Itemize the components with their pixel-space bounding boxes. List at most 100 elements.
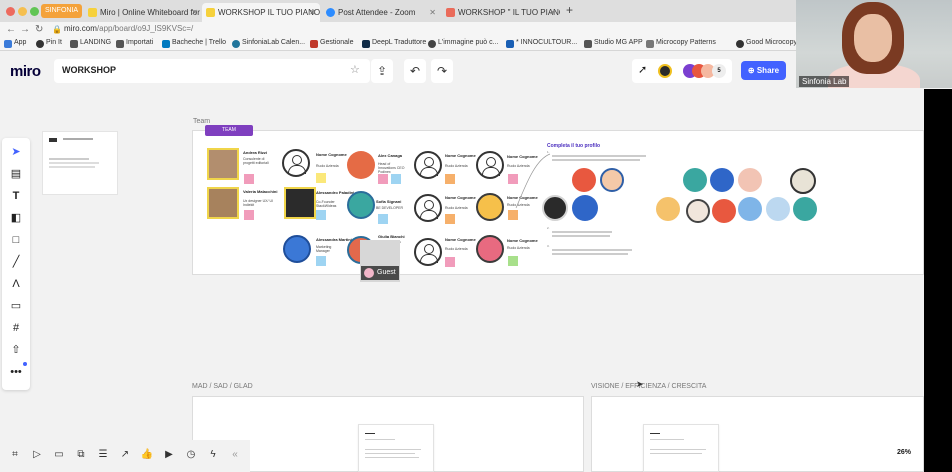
undo-button[interactable]: ↶ bbox=[404, 59, 426, 83]
back-arrow-icon[interactable]: ← bbox=[6, 24, 16, 35]
profile-step[interactable]: 1. bbox=[547, 150, 647, 154]
redo-button[interactable]: ↷ bbox=[431, 59, 453, 83]
bookmark-item[interactable]: Bacheche | Trello bbox=[162, 39, 226, 48]
member-photo[interactable] bbox=[207, 148, 239, 180]
bookmark-item[interactable]: DeepL Traduttore bbox=[362, 39, 426, 48]
gallery-avatar[interactable] bbox=[686, 199, 710, 223]
tab-miro[interactable]: Miro | Online Whiteboard for V ✕ bbox=[84, 3, 202, 22]
bookmark-item[interactable]: SinfoniaLab Calen... bbox=[232, 39, 305, 48]
sticky-note[interactable] bbox=[378, 174, 388, 184]
sticky-note[interactable] bbox=[316, 256, 326, 266]
frame-label-mad-sad-glad[interactable]: MAD / SAD / GLAD bbox=[192, 383, 253, 390]
gallery-avatar[interactable] bbox=[712, 199, 736, 223]
bookmark-item[interactable]: L'immagine può c... bbox=[428, 39, 498, 48]
reload-icon[interactable]: ↻ bbox=[35, 24, 43, 35]
sticky-note[interactable] bbox=[445, 174, 455, 184]
sample-avatar[interactable] bbox=[600, 168, 624, 192]
timer-icon[interactable]: ◷ bbox=[184, 448, 198, 462]
member-name[interactable]: Nome Cognome bbox=[507, 238, 538, 243]
member-role[interactable]: Head of Innovations CEO Podinex bbox=[378, 162, 408, 174]
vision-frame[interactable] bbox=[591, 396, 924, 472]
member-avatar[interactable] bbox=[476, 235, 504, 263]
doc-thumbnail[interactable] bbox=[42, 131, 118, 195]
collaborator-avatar[interactable] bbox=[658, 64, 672, 78]
sticky-note[interactable] bbox=[316, 173, 326, 183]
cursor-toggle-icon[interactable]: ➚ bbox=[638, 63, 647, 76]
profile-step[interactable]: 3. bbox=[547, 244, 647, 248]
gallery-avatar[interactable] bbox=[710, 168, 734, 192]
shape-icon[interactable]: □ bbox=[8, 232, 24, 248]
cards-icon[interactable]: ☰ bbox=[96, 448, 110, 462]
member-role[interactable]: Ruolo Azienda bbox=[445, 206, 475, 210]
member-role[interactable]: BE DEVELOPER bbox=[376, 206, 406, 210]
frame-icon[interactable]: # bbox=[8, 320, 24, 336]
board-title-box[interactable]: WORKSHOP ☆ bbox=[54, 59, 370, 83]
bookmark-item[interactable]: LANDING bbox=[70, 39, 111, 48]
member-role[interactable]: Consulente di progetti editoriali bbox=[243, 157, 273, 165]
close-tab-icon[interactable]: ✕ bbox=[549, 3, 556, 22]
bookmark-item[interactable]: Good Microcopy bbox=[736, 39, 797, 48]
reaction-icon[interactable]: 👍 bbox=[140, 448, 154, 462]
sticky-note[interactable] bbox=[391, 174, 401, 184]
bookmark-item[interactable]: App bbox=[4, 39, 26, 48]
placeholder-avatar[interactable] bbox=[476, 151, 504, 179]
upload-icon[interactable]: ⇧ bbox=[8, 342, 24, 358]
bookmark-item[interactable]: Studio MG APP bbox=[584, 39, 643, 48]
minimize-window-button[interactable] bbox=[18, 7, 27, 16]
bolt-icon[interactable]: ϟ bbox=[206, 448, 220, 462]
gallery-avatar[interactable] bbox=[738, 168, 762, 192]
frame-label-vision[interactable]: VISIONE / EFFICIENZA / CRESCITA bbox=[591, 383, 706, 390]
member-role[interactable]: Ruolo Azienda bbox=[507, 246, 537, 250]
bookmark-item[interactable]: * INNOCULTOUR... bbox=[506, 39, 577, 48]
sample-avatar[interactable] bbox=[572, 168, 596, 192]
collapse-icon[interactable]: « bbox=[228, 448, 242, 462]
sticky-note-icon[interactable]: ◧ bbox=[8, 210, 24, 226]
comment-icon[interactable]: ▭ bbox=[8, 298, 24, 314]
gallery-avatar[interactable] bbox=[790, 168, 816, 194]
member-name[interactable]: Alessandra Martini bbox=[316, 237, 352, 242]
select-icon[interactable]: ➤ bbox=[8, 144, 24, 160]
sticky-note[interactable] bbox=[508, 256, 518, 266]
member-role[interactable]: Ruolo Azienda bbox=[445, 247, 475, 251]
star-icon[interactable]: ☆ bbox=[350, 63, 360, 76]
member-name[interactable]: Alessandro Paladini bbox=[316, 190, 354, 195]
member-avatar[interactable] bbox=[347, 151, 375, 179]
sticky-note[interactable] bbox=[316, 210, 326, 220]
member-role[interactable]: Ux designer UX/ UI Indiekit bbox=[243, 199, 273, 207]
sticky-note[interactable] bbox=[244, 174, 254, 184]
screen-share-icon[interactable]: ⧉ bbox=[74, 448, 88, 462]
profile-step[interactable]: 2. bbox=[547, 226, 647, 230]
tab-workshop-2[interactable]: WORKSHOP " IL TUO PIANO D ✕ bbox=[442, 3, 560, 22]
tab-workshop-active[interactable]: WORKSHOP IL TUO PIANO DI ✕ bbox=[202, 3, 320, 22]
member-role[interactable]: Co-Founder StackWideas bbox=[316, 200, 346, 208]
url-field[interactable]: miro.com/app/board/o9J_lS9KVSc=/ bbox=[64, 24, 193, 33]
tab-sinfonia[interactable]: SINFONIA bbox=[41, 4, 83, 18]
sticky-note[interactable] bbox=[244, 210, 254, 220]
close-window-button[interactable] bbox=[6, 7, 15, 16]
gallery-avatar[interactable] bbox=[656, 197, 680, 221]
sticky-note[interactable] bbox=[445, 214, 455, 224]
member-name[interactable]: Nome Cognome bbox=[445, 195, 476, 200]
marker-icon[interactable]: Ʌ bbox=[8, 276, 24, 292]
placeholder-avatar[interactable] bbox=[282, 149, 310, 177]
share-button[interactable]: ⊕ Share bbox=[741, 61, 786, 80]
member-avatar[interactable] bbox=[283, 235, 311, 263]
member-photo[interactable] bbox=[284, 187, 316, 219]
placeholder-avatar[interactable] bbox=[414, 194, 442, 222]
mad-sad-glad-doc[interactable] bbox=[358, 424, 434, 472]
sticky-note[interactable] bbox=[378, 214, 388, 224]
chat-icon[interactable]: ▭ bbox=[52, 448, 66, 462]
bookmark-item[interactable]: Gestionale bbox=[310, 39, 353, 48]
board-name[interactable]: WORKSHOP bbox=[62, 65, 116, 75]
forward-arrow-icon[interactable]: → bbox=[20, 24, 30, 35]
sticky-note[interactable] bbox=[508, 210, 518, 220]
sample-avatar[interactable] bbox=[572, 195, 598, 221]
member-name[interactable]: Giulia Bianchi bbox=[378, 234, 405, 239]
close-tab-icon[interactable]: ✕ bbox=[309, 3, 316, 22]
tab-zoom[interactable]: Post Attendee - Zoom ✕ bbox=[322, 3, 440, 22]
member-name[interactable]: Sofia Signani bbox=[376, 199, 401, 204]
placeholder-avatar[interactable] bbox=[414, 151, 442, 179]
miro-logo[interactable]: miro bbox=[10, 63, 41, 80]
sticky-note[interactable] bbox=[445, 257, 455, 267]
gallery-avatar[interactable] bbox=[766, 197, 790, 221]
